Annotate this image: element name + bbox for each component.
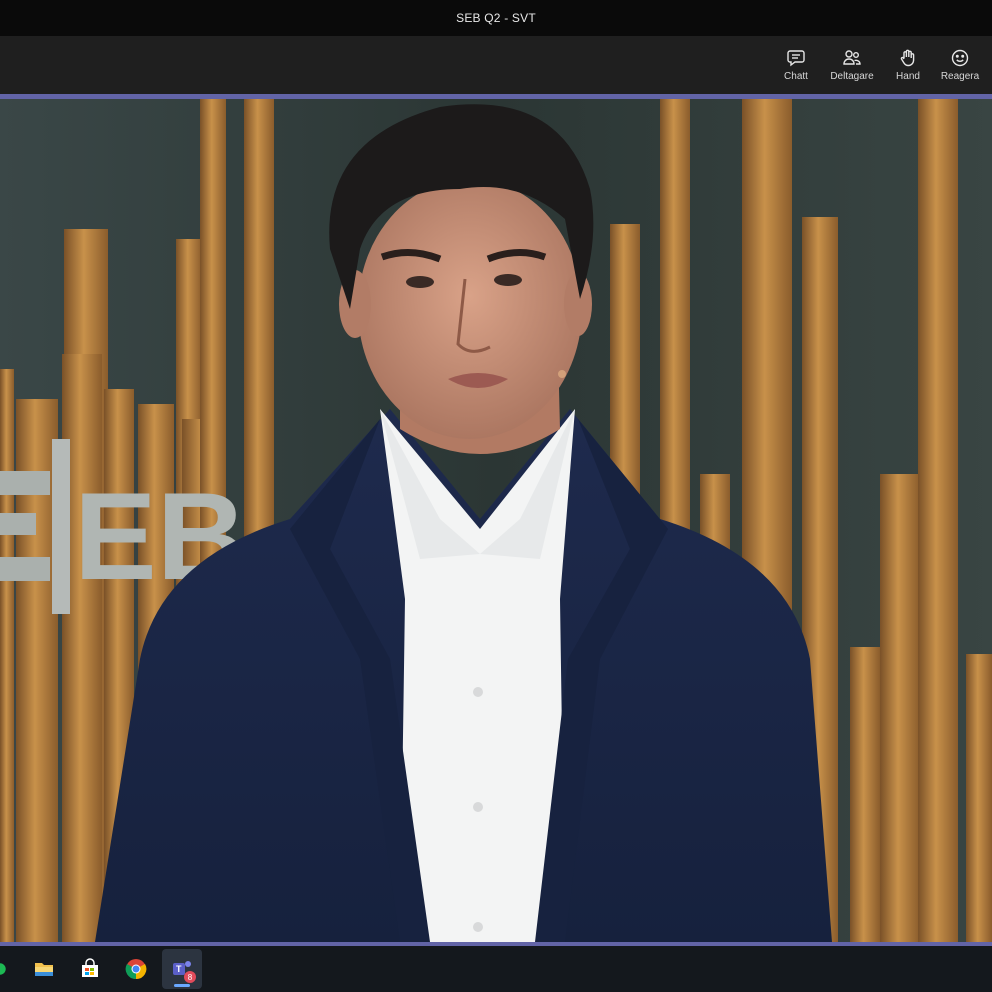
taskbar-app-file-explorer[interactable]: [24, 949, 64, 989]
react-icon: [951, 49, 969, 67]
participants-icon: [843, 50, 861, 65]
react-label: Reagera: [940, 71, 980, 82]
participants-label: Deltagare: [830, 71, 874, 82]
taskbar-app-teams[interactable]: T 8: [162, 949, 202, 989]
taskbar-app-chrome[interactable]: [116, 949, 156, 989]
os-taskbar: T 8: [0, 946, 992, 992]
microsoft-store-icon: [82, 958, 98, 977]
chat-label: Chatt: [784, 71, 808, 82]
window-title: SEB Q2 - SVT: [456, 11, 536, 25]
raise-hand-label: Hand: [896, 71, 920, 82]
chrome-icon: [125, 959, 147, 980]
taskbar-app-spotify[interactable]: [0, 949, 14, 989]
file-explorer-icon: [35, 963, 53, 976]
raise-hand-icon: [900, 49, 915, 67]
toolbar-actions: Chatt Deltagare Hand Reagera: [772, 44, 984, 86]
teams-notification-badge: 8: [184, 971, 196, 983]
meeting-toolbar: Chatt Deltagare Hand Reagera: [0, 36, 992, 94]
window-title-bar: SEB Q2 - SVT: [0, 0, 992, 36]
chat-button[interactable]: Chatt: [772, 44, 820, 86]
react-button[interactable]: Reagera: [936, 44, 984, 86]
raise-hand-button[interactable]: Hand: [884, 44, 932, 86]
chat-icon: [787, 50, 805, 67]
video-stage: EB: [0, 94, 992, 946]
taskbar-app-microsoft-store[interactable]: [70, 949, 110, 989]
participants-button[interactable]: Deltagare: [824, 44, 880, 86]
spotify-icon: [0, 963, 6, 975]
svg-text:T: T: [176, 964, 182, 974]
presenter-video: EB: [0, 99, 992, 942]
